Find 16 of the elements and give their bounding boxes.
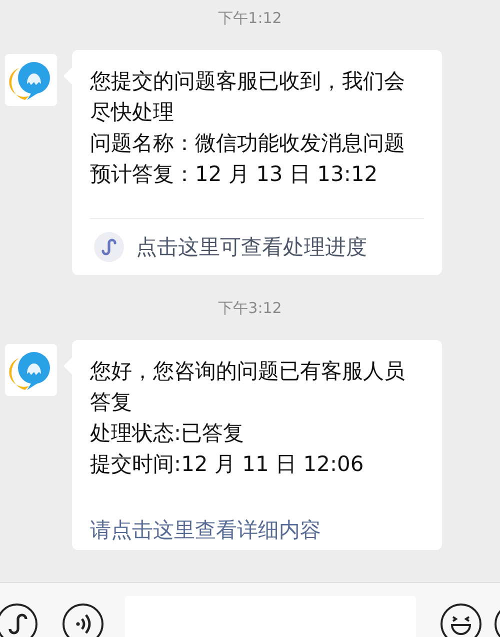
details-link[interactable]: 请点击这里查看详细内容 [90,516,321,544]
timestamp: 下午1:12 [218,9,282,28]
message-text: 预计答复：12 月 13 日 13:12 [90,161,379,188]
voice-icon[interactable] [62,603,104,637]
message-text: 您提交的问题客服已收到，我们会尽快处理 [90,68,406,126]
emoji-icon[interactable] [440,603,482,637]
mini-program-button-icon[interactable] [0,603,38,637]
message-text: 您好，您咨询的问题已有客服人员答复 [90,358,406,416]
progress-link[interactable]: 点击这里可查看处理进度 [136,233,367,261]
message-text: 问题名称：微信功能收发消息问题 [90,130,406,157]
service-avatar-icon[interactable] [5,344,57,396]
mini-program-icon [94,232,124,262]
service-avatar-icon[interactable] [5,54,57,106]
timestamp: 下午3:12 [218,299,282,318]
message-text: 处理状态:已答复 [90,420,246,447]
message-text: 提交时间:12 月 11 日 12:06 [90,451,365,478]
